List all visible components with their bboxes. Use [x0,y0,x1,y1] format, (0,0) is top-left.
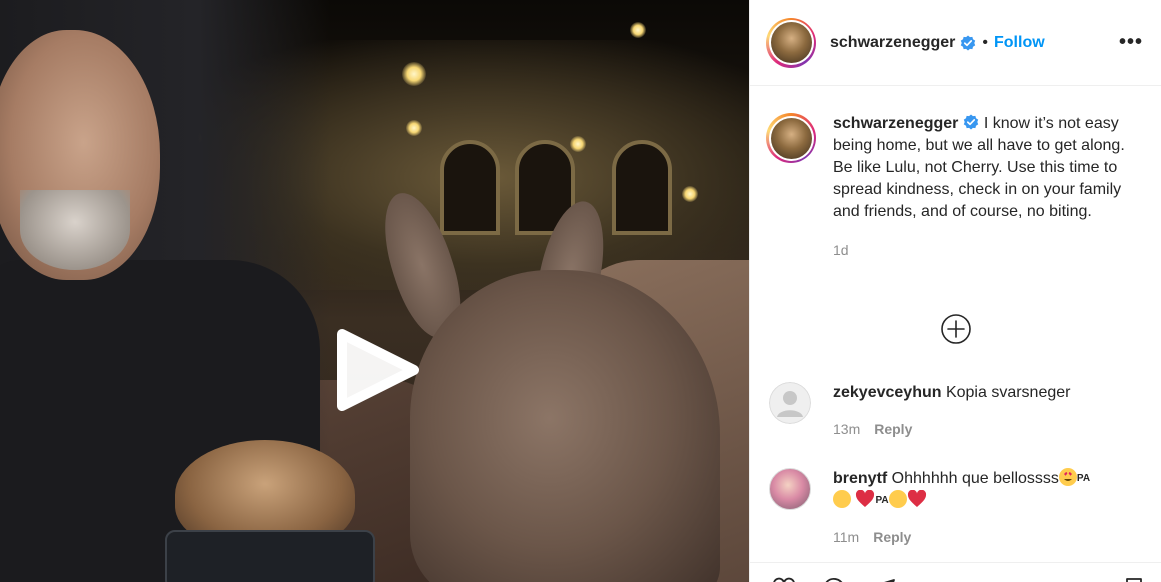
username-link[interactable]: schwarzenegger [830,34,955,52]
play-button[interactable] [336,328,420,412]
comment-username-link[interactable]: brenytf [833,470,887,487]
pa-tag: PA [1076,473,1091,484]
more-options-icon[interactable]: ••• [1119,31,1143,54]
comment-text: Kopia svarsneger [941,384,1071,401]
post-header: schwarzenegger • Follow ••• [750,0,1161,86]
comment-item: zekyevceyhun Kopia svarsneger 13m Reply [769,382,1149,440]
share-icon[interactable] [872,577,896,582]
reply-button[interactable]: Reply [873,529,911,545]
pa-tag: PA [875,495,889,506]
avatar-border [768,115,814,161]
lamp [406,120,422,136]
comment-icon[interactable] [822,577,846,582]
like-heart-icon[interactable] [772,577,796,582]
caption-timestamp[interactable]: 1d [833,239,1133,261]
lamp [682,186,698,202]
comment-text: Ohhhhhh que bellossss [887,470,1059,487]
default-avatar-icon[interactable] [769,382,811,424]
post-sidebar: schwarzenegger • Follow ••• schwarzenegg… [749,0,1161,582]
plus-circle-icon[interactable] [940,313,972,345]
donkey [410,270,720,582]
red-heart-icon [907,490,926,507]
arch [612,140,672,235]
heart-eyes-emoji-icon [1058,468,1077,486]
play-icon [337,329,419,411]
red-heart-icon [856,490,875,507]
comment-meta: 11m Reply [833,526,1090,548]
post-caption: schwarzenegger I know it’s not easy bein… [750,86,1161,261]
hugging-emoji-icon [833,490,851,508]
comment-meta: 13m Reply [833,418,1070,440]
profile-avatar[interactable] [766,17,816,68]
avatar-image [770,117,812,159]
comment-timestamp[interactable]: 11m [833,529,859,545]
action-bar [750,562,1161,582]
caption-avatar[interactable] [766,113,816,163]
separator-dot: • [982,33,988,51]
caption-body: schwarzenegger I know it’s not easy bein… [833,113,1133,261]
verified-badge-icon [964,114,979,130]
save-bookmark-icon[interactable] [1122,577,1146,582]
avatar-border [768,20,814,65]
comment-body: zekyevceyhun Kopia svarsneger 13m Reply [833,382,1070,440]
arch [440,140,500,235]
comment-body: brenytf Ohhhhhh que bellossss PA PA 11m Re… [833,468,1090,548]
comment-username-link[interactable]: zekyevceyhun [833,384,942,401]
comment-timestamp[interactable]: 13m [833,421,860,437]
beard [20,190,130,270]
verified-badge-icon [961,35,976,50]
post-video[interactable] [0,0,749,582]
caption-username-link[interactable]: schwarzenegger [833,115,958,132]
commenter-avatar[interactable] [769,468,811,510]
avatar-image [770,22,812,63]
follow-button[interactable]: Follow [994,34,1045,52]
phone [165,530,375,582]
lamp [630,22,646,38]
reply-button[interactable]: Reply [874,421,912,437]
lamp [402,62,426,86]
comment-item: brenytf Ohhhhhh que bellossss PA PA 11m Re… [769,468,1149,548]
hugging-emoji-icon [888,490,907,508]
lamp [570,136,586,152]
